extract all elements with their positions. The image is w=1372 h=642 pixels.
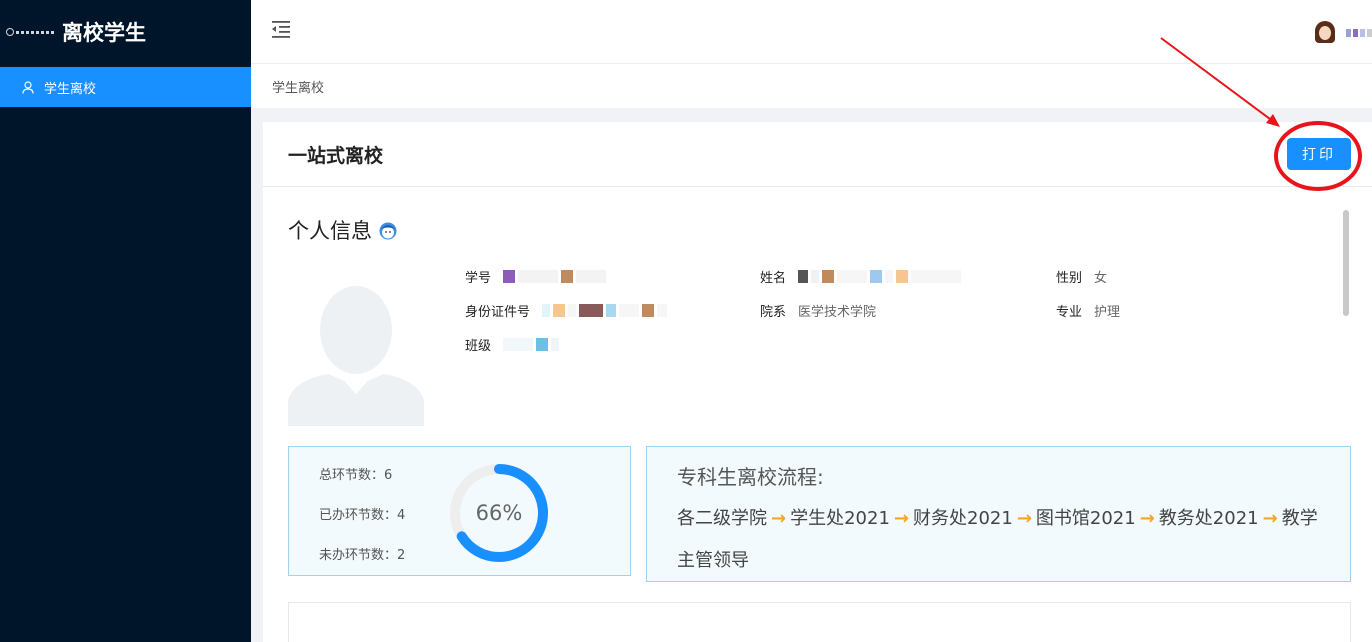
- field-gender: 性别 女: [1056, 267, 1107, 286]
- done-steps: 已办环节数：4: [319, 508, 406, 523]
- school-logo: [6, 26, 54, 38]
- field-department: 院系 医学技术学院: [760, 301, 876, 320]
- gender-value: 女: [1094, 271, 1108, 286]
- page-title: 一站式离校: [288, 144, 384, 167]
- sidebar: 离校学生 学生离校: [0, 0, 251, 642]
- breadcrumb-current: 学生离校: [272, 80, 325, 96]
- flow-arrow-icon: →: [1139, 508, 1155, 529]
- flow-steps: 各二级学院 → 学生处2021 → 财务处2021 → 图书馆2021 → 教务处2021 → 教学…: [677, 498, 1320, 582]
- student-id-label: 学号: [465, 271, 492, 286]
- section-title: 个人信息: [288, 215, 398, 245]
- flow-title: 专科生离校流程:: [677, 465, 824, 489]
- user-menu[interactable]: [1312, 20, 1372, 46]
- flow-step: 教务处2021: [1158, 508, 1259, 529]
- breadcrumb: 学生离校: [251, 64, 1372, 108]
- profile-photo-placeholder: [288, 286, 424, 426]
- pending-steps: 未办环节数：2: [319, 548, 406, 563]
- flow-step: 图书馆2021: [1035, 508, 1136, 529]
- field-student-id: 学号: [465, 267, 607, 286]
- flow-step: 学生处2021: [790, 508, 890, 529]
- total-steps: 总环节数：6: [319, 468, 393, 483]
- sidebar-item-student-leave[interactable]: 学生离校: [0, 67, 251, 107]
- name-redacted: [798, 270, 962, 283]
- gender-label: 性别: [1056, 271, 1083, 286]
- brand-title: 离校学生: [62, 21, 146, 45]
- scrollbar[interactable]: [1343, 210, 1349, 316]
- field-name: 姓名: [760, 267, 962, 286]
- class-redacted: [503, 338, 560, 351]
- student-avatar-icon: [379, 222, 397, 240]
- id-card-redacted: [542, 304, 668, 317]
- student-id-redacted: [503, 270, 607, 283]
- progress-stats: 总环节数：6 已办环节数：4 未办环节数：2 66%: [288, 446, 631, 576]
- major-value: 护理: [1094, 305, 1121, 320]
- major-label: 专业: [1056, 305, 1083, 320]
- flow-arrow-icon: →: [893, 508, 909, 529]
- sidebar-item-label: 学生离校: [44, 81, 97, 97]
- department-label: 院系: [760, 305, 787, 320]
- leave-process-flow: 专科生离校流程: 各二级学院 → 学生处2021 → 财务处2021 → 图书馆2021 → 教…: [646, 446, 1351, 582]
- class-label: 班级: [465, 339, 492, 354]
- field-major: 专业 护理: [1056, 301, 1120, 320]
- main-card: 一站式离校 打印 个人信息 学号 姓名 性别 女 身份证件号 院系 医学技术学院…: [263, 122, 1372, 642]
- department-value: 医学技术学院: [798, 305, 877, 320]
- progress-percent: 66%: [475, 501, 523, 525]
- top-header: [251, 0, 1372, 64]
- field-class: 班级: [465, 335, 560, 354]
- menu-fold-icon[interactable]: [271, 20, 291, 42]
- flow-arrow-icon: →: [1262, 508, 1278, 529]
- section-title-text: 个人信息: [288, 219, 372, 243]
- bottom-panel: [288, 602, 1351, 642]
- card-header: 一站式离校 打印: [263, 122, 1372, 187]
- user-icon: [22, 80, 34, 94]
- avatar: [1312, 20, 1338, 46]
- id-card-label: 身份证件号: [465, 305, 531, 320]
- flow-step: 各二级学院: [677, 508, 767, 529]
- flow-step: 财务处2021: [913, 508, 1013, 529]
- field-id-card: 身份证件号: [465, 301, 668, 320]
- brand: 离校学生: [0, 0, 251, 64]
- name-label: 姓名: [760, 271, 787, 286]
- flow-arrow-icon: →: [1016, 508, 1032, 529]
- user-name-redacted: [1346, 29, 1372, 37]
- print-button[interactable]: 打印: [1287, 138, 1351, 170]
- flow-arrow-icon: →: [771, 508, 787, 529]
